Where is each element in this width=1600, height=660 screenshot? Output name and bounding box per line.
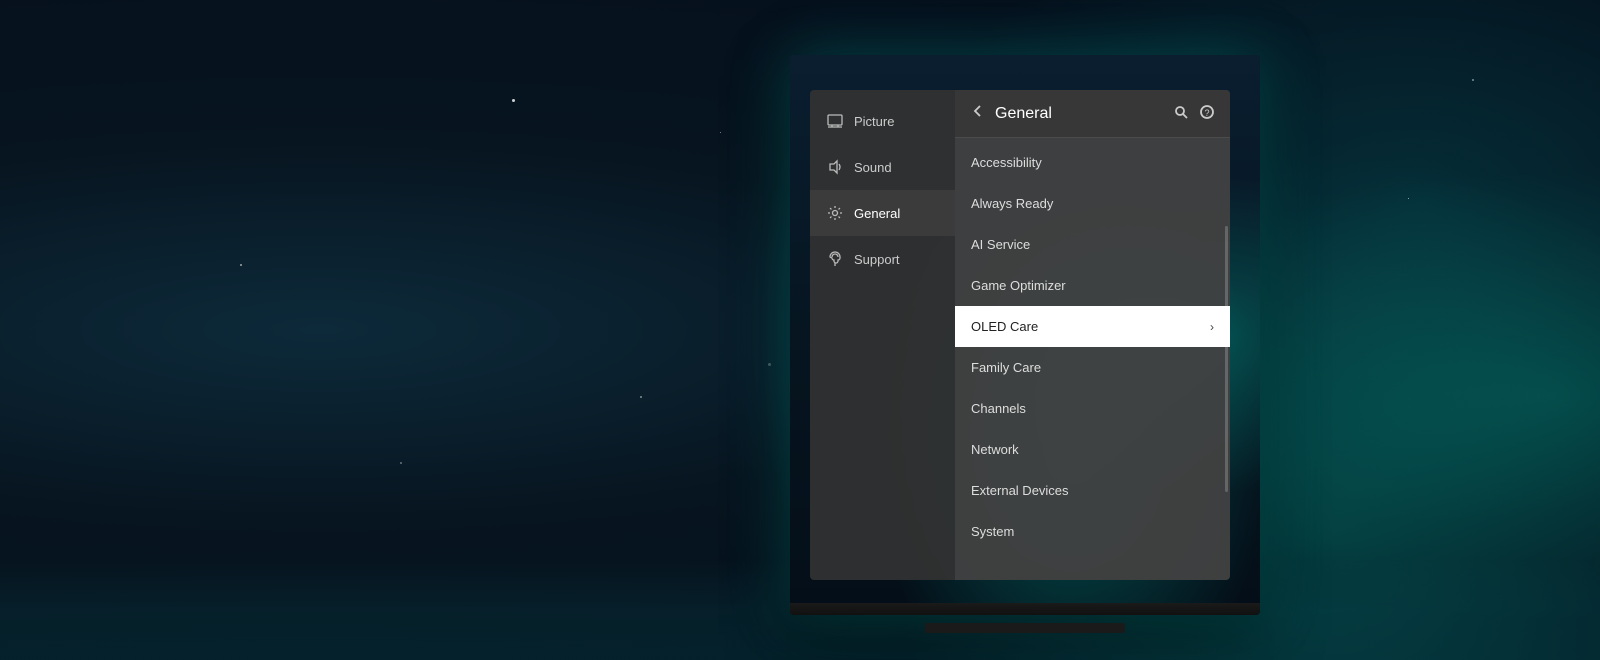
search-button[interactable]	[1174, 105, 1188, 123]
help-button[interactable]: ?	[1200, 105, 1214, 123]
right-panel: General ?	[955, 90, 1230, 580]
menu-item-network[interactable]: Network	[955, 429, 1230, 470]
tv-stand	[925, 623, 1125, 633]
sidebar-sound-label: Sound	[854, 160, 892, 175]
tv-frame: Picture Sound	[790, 55, 1260, 615]
sidebar: Picture Sound	[810, 90, 955, 580]
sidebar-picture-label: Picture	[854, 114, 894, 129]
sound-icon	[826, 158, 844, 176]
always-ready-label: Always Ready	[971, 196, 1053, 211]
panel-title: General	[995, 105, 1052, 123]
panel-header: General ?	[955, 90, 1230, 138]
network-label: Network	[971, 442, 1019, 457]
menu-overlay: Picture Sound	[810, 90, 1230, 580]
picture-icon	[826, 112, 844, 130]
menu-item-oled-care[interactable]: OLED Care ›	[955, 306, 1230, 347]
game-optimizer-label: Game Optimizer	[971, 278, 1066, 293]
menu-item-always-ready[interactable]: Always Ready	[955, 183, 1230, 224]
back-button[interactable]	[971, 104, 985, 123]
sidebar-item-sound[interactable]: Sound	[810, 144, 955, 190]
menu-list[interactable]: Accessibility Always Ready AI Service Ga…	[955, 138, 1230, 580]
sidebar-item-picture[interactable]: Picture	[810, 98, 955, 144]
scroll-indicator	[1225, 226, 1228, 491]
menu-item-channels[interactable]: Channels	[955, 388, 1230, 429]
system-label: System	[971, 524, 1014, 539]
sidebar-item-general[interactable]: General	[810, 190, 955, 236]
support-icon	[826, 250, 844, 268]
menu-item-accessibility[interactable]: Accessibility	[955, 142, 1230, 183]
family-care-label: Family Care	[971, 360, 1041, 375]
channels-label: Channels	[971, 401, 1026, 416]
tv-screen: Picture Sound	[790, 55, 1260, 615]
external-devices-label: External Devices	[971, 483, 1069, 498]
panel-header-left: General	[971, 104, 1052, 123]
menu-item-external-devices[interactable]: External Devices	[955, 470, 1230, 511]
tv-bottom-bar	[790, 603, 1260, 615]
chevron-right-icon: ›	[1210, 320, 1214, 334]
oled-care-label: OLED Care	[971, 319, 1038, 334]
sidebar-support-label: Support	[854, 252, 900, 267]
ai-service-label: AI Service	[971, 237, 1030, 252]
menu-item-system[interactable]: System	[955, 511, 1230, 552]
sidebar-general-label: General	[854, 206, 900, 221]
svg-text:?: ?	[1204, 108, 1209, 118]
sidebar-item-support[interactable]: Support	[810, 236, 955, 282]
menu-item-game-optimizer[interactable]: Game Optimizer	[955, 265, 1230, 306]
panel-header-right: ?	[1174, 105, 1214, 123]
menu-item-ai-service[interactable]: AI Service	[955, 224, 1230, 265]
general-icon	[826, 204, 844, 222]
menu-item-family-care[interactable]: Family Care	[955, 347, 1230, 388]
accessibility-label: Accessibility	[971, 155, 1042, 170]
